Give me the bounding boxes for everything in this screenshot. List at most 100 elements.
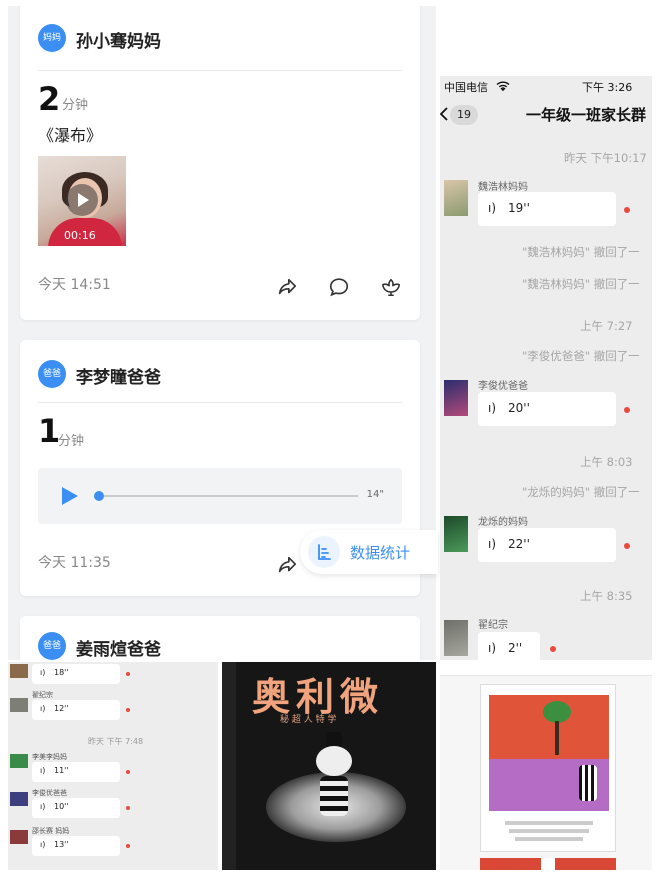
avatar[interactable] bbox=[10, 830, 28, 844]
voice-wave-icon: ı) bbox=[40, 802, 46, 811]
unread-dot bbox=[126, 770, 130, 774]
post-time: 今天 14:51 bbox=[38, 277, 111, 293]
duration-value: 2 bbox=[38, 80, 61, 118]
unread-dot bbox=[624, 543, 630, 549]
video-thumbnail[interactable]: 00:16 bbox=[38, 156, 126, 246]
voice-message[interactable]: ı) 2'' bbox=[478, 632, 540, 660]
unread-count-badge[interactable]: 19 bbox=[450, 105, 478, 125]
next-page-strip bbox=[480, 858, 616, 870]
voice-wave-icon: ı) bbox=[488, 641, 497, 655]
play-icon[interactable] bbox=[66, 184, 98, 216]
voice-message[interactable]: ı) 12'' bbox=[32, 700, 120, 720]
voice-message[interactable]: ı) 22'' bbox=[478, 528, 616, 562]
sender-name: 翟纪宗 bbox=[32, 691, 53, 699]
recall-notice: "魏浩林妈妈" 撤回了一 bbox=[522, 245, 640, 259]
book-subtitle: 秘 超 人 特 学 bbox=[280, 715, 337, 725]
play-icon[interactable] bbox=[62, 487, 78, 505]
sender-name: 李俊优爸爸 bbox=[478, 381, 528, 392]
role-badge: 妈妈 bbox=[38, 24, 66, 52]
carrier-name: 中国电信 bbox=[444, 81, 488, 94]
tree bbox=[543, 701, 571, 723]
pig-body bbox=[320, 776, 348, 816]
book-page bbox=[480, 684, 616, 852]
audio-progress-track[interactable] bbox=[104, 495, 358, 497]
voice-message[interactable]: ı) 19'' bbox=[478, 192, 616, 226]
avatar[interactable] bbox=[10, 754, 28, 768]
page-text-line bbox=[515, 837, 583, 841]
page-header-strip bbox=[440, 662, 652, 676]
sender-name: 李俊优爸爸 bbox=[32, 789, 67, 797]
audio-player[interactable]: 14" bbox=[38, 468, 402, 524]
voice-seconds: 10'' bbox=[54, 802, 69, 811]
book-page-image bbox=[440, 662, 652, 870]
flower-like-icon[interactable] bbox=[380, 276, 402, 298]
status-bar: 中国电信 下午 3:26 bbox=[440, 76, 652, 96]
recall-notice: "龙烁的妈妈" 撤回了一 bbox=[522, 485, 640, 499]
work-title: 《瀑布》 bbox=[38, 126, 103, 145]
feed-card: 妈妈 孙小骞妈妈 2 分钟 《瀑布》 00:16 今天 14:51 bbox=[20, 6, 420, 320]
time-stamp: 上午 8:35 bbox=[580, 589, 633, 603]
bar-stats-icon bbox=[308, 536, 340, 568]
book-cover-image: 奥利微 秘 超 人 特 学 bbox=[222, 662, 436, 870]
avatar[interactable] bbox=[444, 180, 468, 216]
time-stamp: 上午 8:03 bbox=[580, 455, 633, 469]
divider bbox=[38, 402, 402, 403]
audio-length: 14" bbox=[366, 489, 384, 500]
voice-message[interactable]: ı) 18'' bbox=[32, 664, 120, 684]
unread-dot bbox=[126, 844, 130, 848]
avatar[interactable] bbox=[444, 620, 468, 656]
voice-seconds: 20'' bbox=[508, 401, 530, 415]
author-name[interactable]: 李梦瞳爸爸 bbox=[76, 363, 161, 388]
post-time: 今天 11:35 bbox=[38, 555, 111, 571]
avatar[interactable] bbox=[444, 380, 468, 416]
recall-notice: "魏浩林妈妈" 撤回了一 bbox=[522, 277, 640, 291]
unread-dot bbox=[624, 207, 630, 213]
share-icon[interactable] bbox=[276, 554, 298, 576]
pig-head bbox=[316, 746, 352, 776]
clock: 下午 3:26 bbox=[582, 81, 633, 94]
voice-message[interactable]: ı) 11'' bbox=[32, 762, 120, 782]
sender-name: 龙烁的妈妈 bbox=[478, 517, 528, 528]
voice-message[interactable]: ı) 13'' bbox=[32, 836, 120, 856]
avatar[interactable] bbox=[10, 792, 28, 806]
mini-chat-panel: ı) 18'' 翟纪宗 ı) 12'' 昨天 下午 7:48 李美李妈妈 ı) 11'… bbox=[8, 662, 218, 870]
voice-message[interactable]: ı) 10'' bbox=[32, 798, 120, 818]
author-name[interactable]: 姜雨煊爸爸 bbox=[76, 635, 161, 660]
book-spine bbox=[222, 662, 236, 870]
sender-name: 李美李妈妈 bbox=[32, 753, 67, 761]
voice-wave-icon: ı) bbox=[40, 840, 46, 849]
recall-notice: "李俊优爸爸" 撤回了一 bbox=[522, 349, 640, 363]
voice-seconds: 22'' bbox=[508, 537, 530, 551]
unread-dot bbox=[126, 672, 130, 676]
stats-label: 数据统计 bbox=[350, 544, 411, 562]
feed-card: 爸爸 姜雨煊爸爸 bbox=[20, 616, 420, 660]
back-arrow-icon[interactable] bbox=[440, 107, 448, 121]
voice-seconds: 19'' bbox=[508, 201, 530, 215]
comment-icon[interactable] bbox=[328, 276, 350, 298]
audio-progress-handle[interactable] bbox=[94, 491, 104, 501]
share-icon[interactable] bbox=[276, 276, 298, 298]
unread-dot bbox=[624, 407, 630, 413]
chat-title: 一年级一班家长群 bbox=[526, 106, 647, 124]
data-stats-button[interactable]: 数据统计 bbox=[300, 530, 438, 574]
chat-header: 19 一年级一班家长群 bbox=[440, 96, 652, 132]
sender-name: 魏浩林妈妈 bbox=[478, 182, 528, 193]
avatar[interactable] bbox=[10, 664, 28, 678]
voice-wave-icon: ı) bbox=[488, 401, 497, 415]
voice-seconds: 12'' bbox=[54, 704, 69, 713]
voice-wave-icon: ı) bbox=[488, 537, 497, 551]
voice-seconds: 13'' bbox=[54, 840, 69, 849]
role-badge: 爸爸 bbox=[38, 632, 66, 660]
author-name[interactable]: 孙小骞妈妈 bbox=[76, 27, 161, 52]
time-stamp: 昨天 下午10:17 bbox=[564, 151, 647, 165]
time-stamp: 上午 7:27 bbox=[580, 319, 633, 333]
voice-seconds: 18'' bbox=[54, 668, 69, 677]
voice-message[interactable]: ı) 20'' bbox=[478, 392, 616, 426]
voice-seconds: 2'' bbox=[508, 641, 523, 655]
duration-unit: 分钟 bbox=[62, 98, 89, 113]
avatar[interactable] bbox=[10, 698, 28, 712]
wifi-icon bbox=[496, 81, 510, 91]
duration-value: 1 bbox=[38, 412, 61, 450]
duration-unit: 分钟 bbox=[58, 434, 85, 449]
avatar[interactable] bbox=[444, 516, 468, 552]
